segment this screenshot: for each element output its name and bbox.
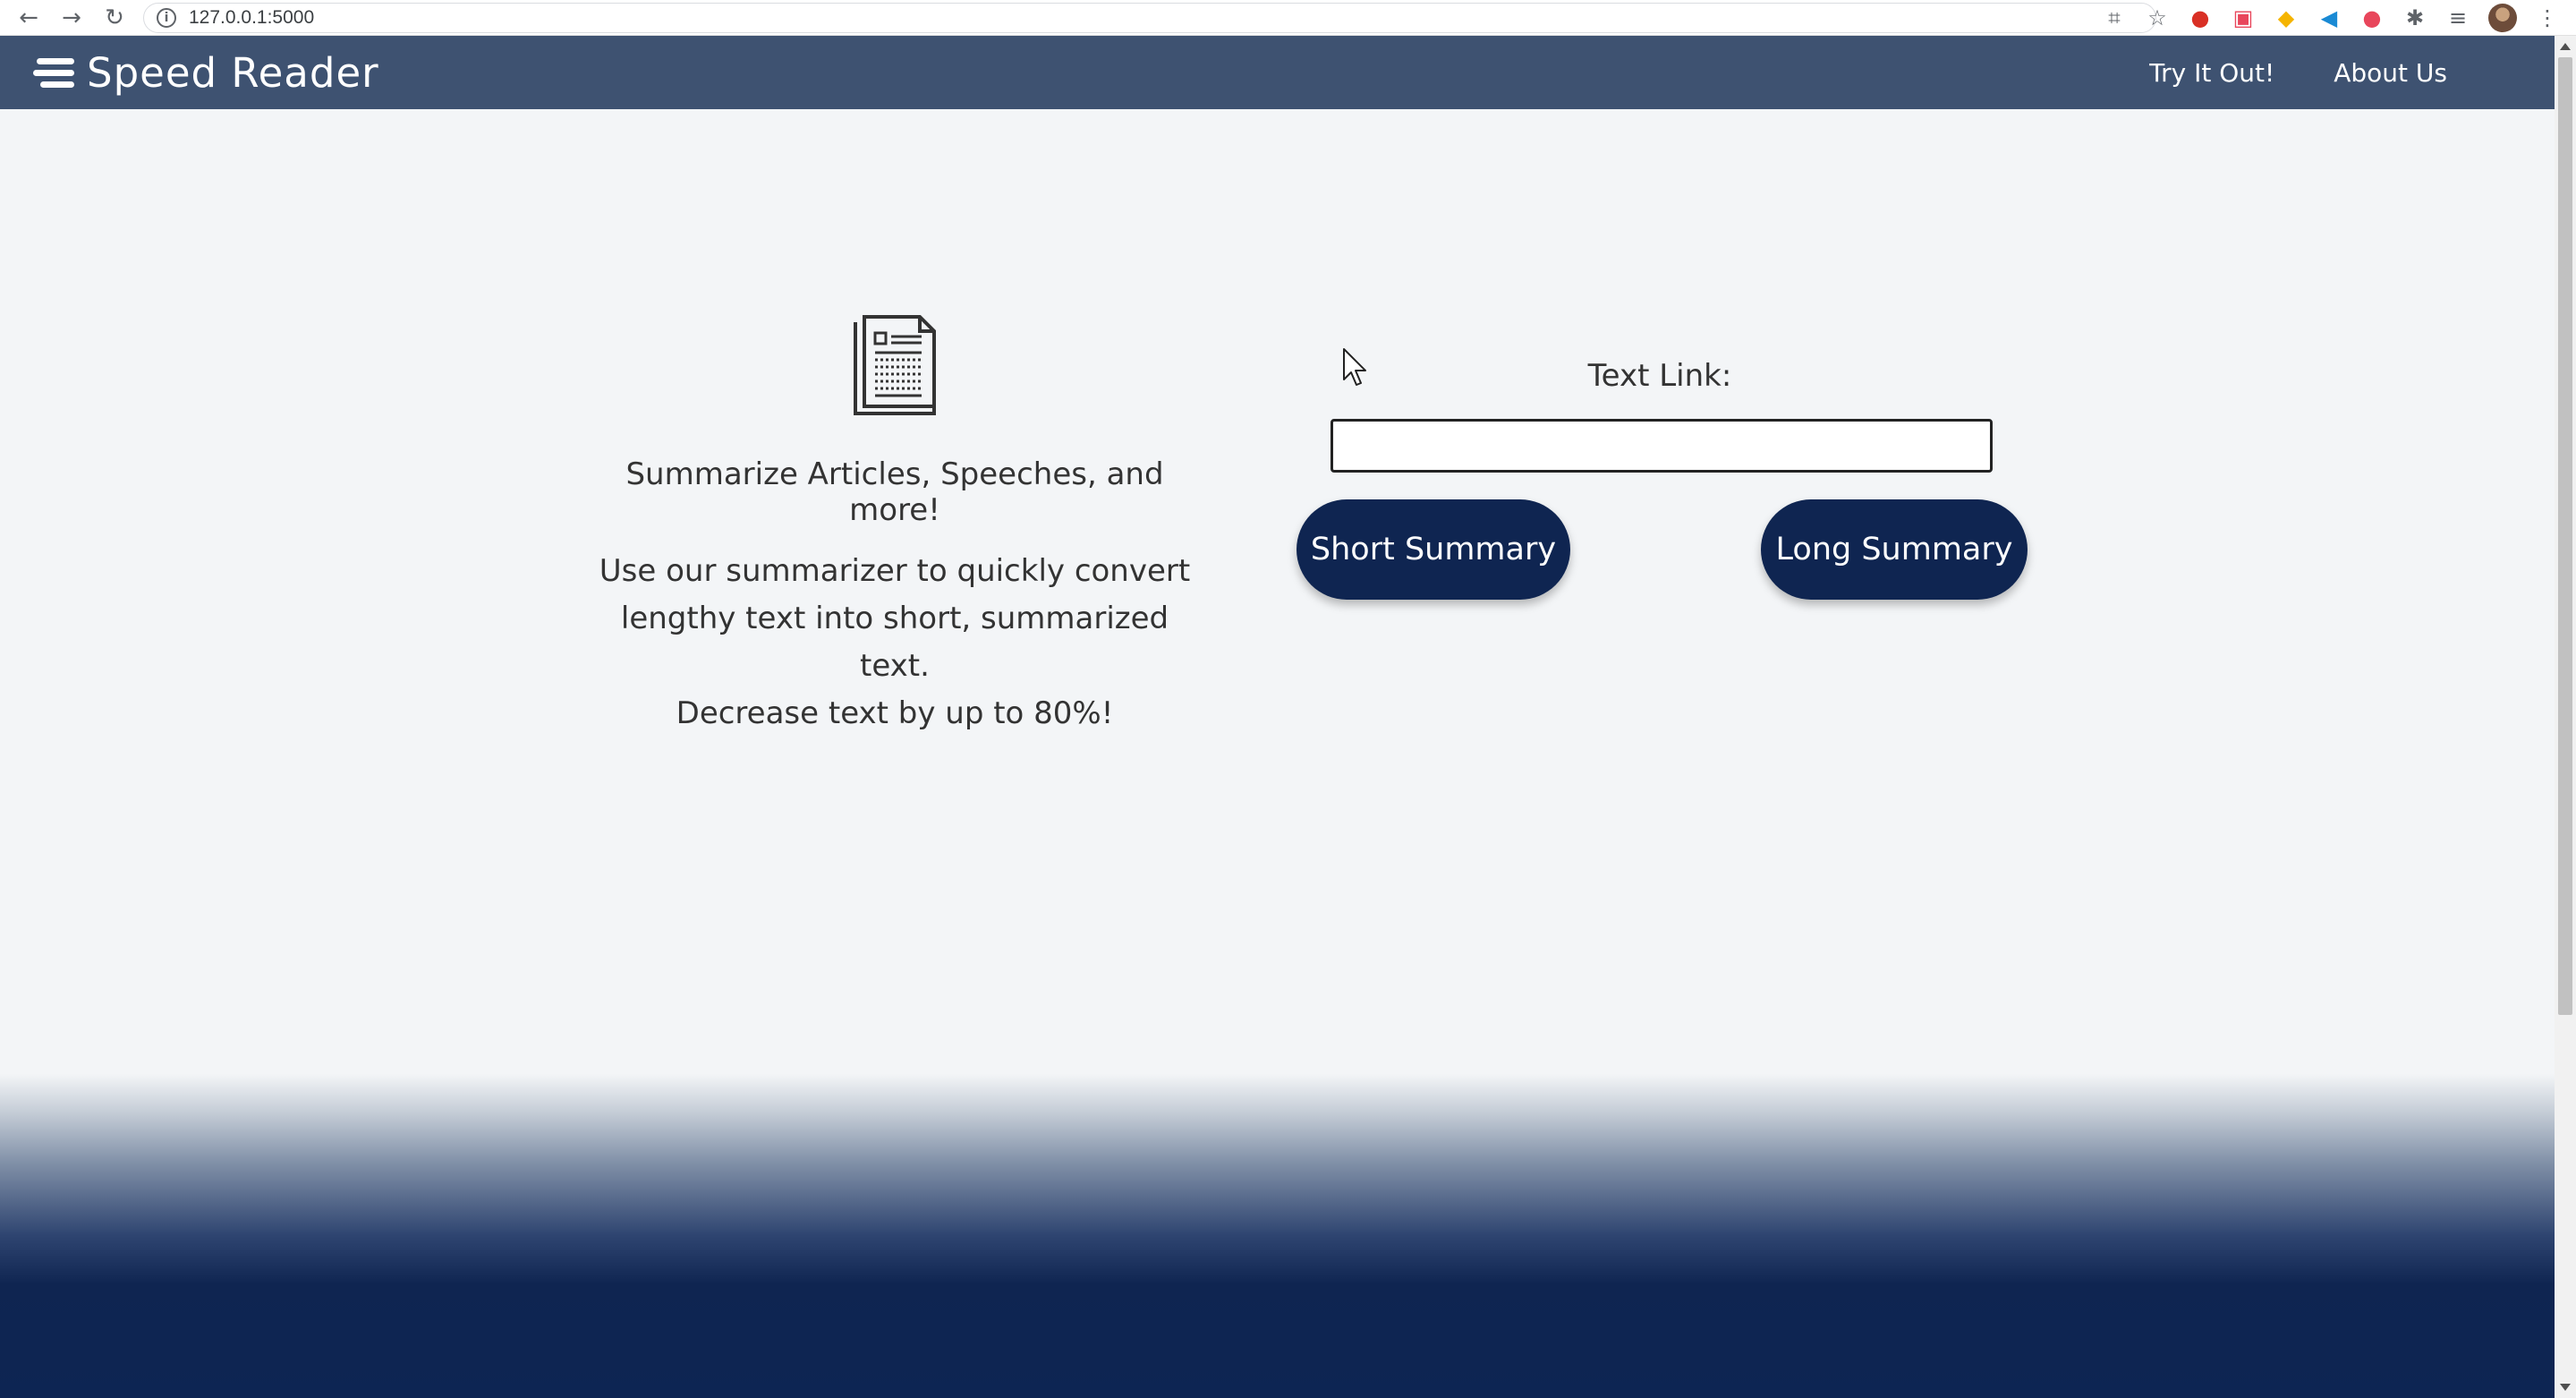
tomato-extension-icon[interactable]: ●	[2359, 5, 2385, 30]
site-navbar: Speed Reader Try It Out! About Us	[0, 36, 2555, 109]
site-info-icon[interactable]: i	[157, 7, 176, 28]
hero-tagline: Summarize Articles, Speeches, and more!	[625, 456, 1164, 528]
page-scrollbar[interactable]	[2555, 36, 2576, 1398]
text-link-label: Text Link:	[1587, 358, 1732, 394]
brand-title[interactable]: Speed Reader	[87, 49, 379, 97]
scroll-up-icon[interactable]	[2560, 43, 2571, 50]
scroll-thumb[interactable]	[2558, 57, 2572, 1015]
description-line: Decrease text by up to 80%!	[676, 695, 1114, 731]
address-bar[interactable]: i 127.0.0.1:5000	[143, 2, 2156, 33]
profile-avatar[interactable]	[2488, 4, 2517, 32]
description-line: lengthy text into short, summarized text…	[620, 601, 1169, 684]
qr-code-icon[interactable]: ⌗	[2102, 5, 2127, 30]
long-summary-button[interactable]: Long Summary	[1761, 499, 2028, 600]
opera-extension-icon[interactable]: ●	[2188, 5, 2213, 30]
send-extension-icon[interactable]: ◀	[2317, 5, 2342, 30]
hamburger-menu-icon[interactable]	[30, 55, 74, 90]
shield-extension-icon[interactable]: ◆	[2274, 5, 2299, 30]
bookmark-star-icon[interactable]: ☆	[2145, 5, 2170, 30]
short-summary-button[interactable]: Short Summary	[1297, 499, 1570, 600]
url-text: 127.0.0.1:5000	[189, 6, 315, 28]
extension-tray: ⌗ ☆ ● ▣ ◆ ◀ ● ✱ ≡ ⋮	[2102, 0, 2560, 36]
reading-list-icon[interactable]: ≡	[2445, 5, 2470, 30]
hero-section: Summarize Articles, Speeches, and more! …	[582, 313, 1208, 737]
hero-description: Use our summarizer to quickly convert le…	[582, 548, 1208, 737]
scroll-down-icon[interactable]	[2560, 1384, 2571, 1391]
mouse-cursor-icon	[1343, 348, 1366, 386]
puzzle-extensions-icon[interactable]: ✱	[2402, 5, 2427, 30]
nav-link-try-it-out[interactable]: Try It Out!	[2149, 58, 2274, 88]
nav-links: Try It Out! About Us	[2149, 36, 2447, 109]
kebab-menu-icon[interactable]: ⋮	[2535, 5, 2560, 30]
description-line: Use our summarizer to quickly convert	[599, 553, 1191, 589]
pocket-extension-icon[interactable]: ▣	[2231, 5, 2256, 30]
browser-toolbar: ← → ↻ i 127.0.0.1:5000 ⌗ ☆ ● ▣ ◆ ◀ ● ✱ ≡…	[0, 0, 2576, 36]
nav-link-about-us[interactable]: About Us	[2334, 58, 2447, 88]
footer-gradient	[0, 1074, 2555, 1398]
document-icon	[854, 315, 936, 415]
reload-icon[interactable]: ↻	[93, 0, 136, 36]
forward-icon[interactable]: →	[50, 0, 93, 36]
text-link-input[interactable]	[1331, 419, 1993, 473]
back-icon[interactable]: ←	[7, 0, 50, 36]
